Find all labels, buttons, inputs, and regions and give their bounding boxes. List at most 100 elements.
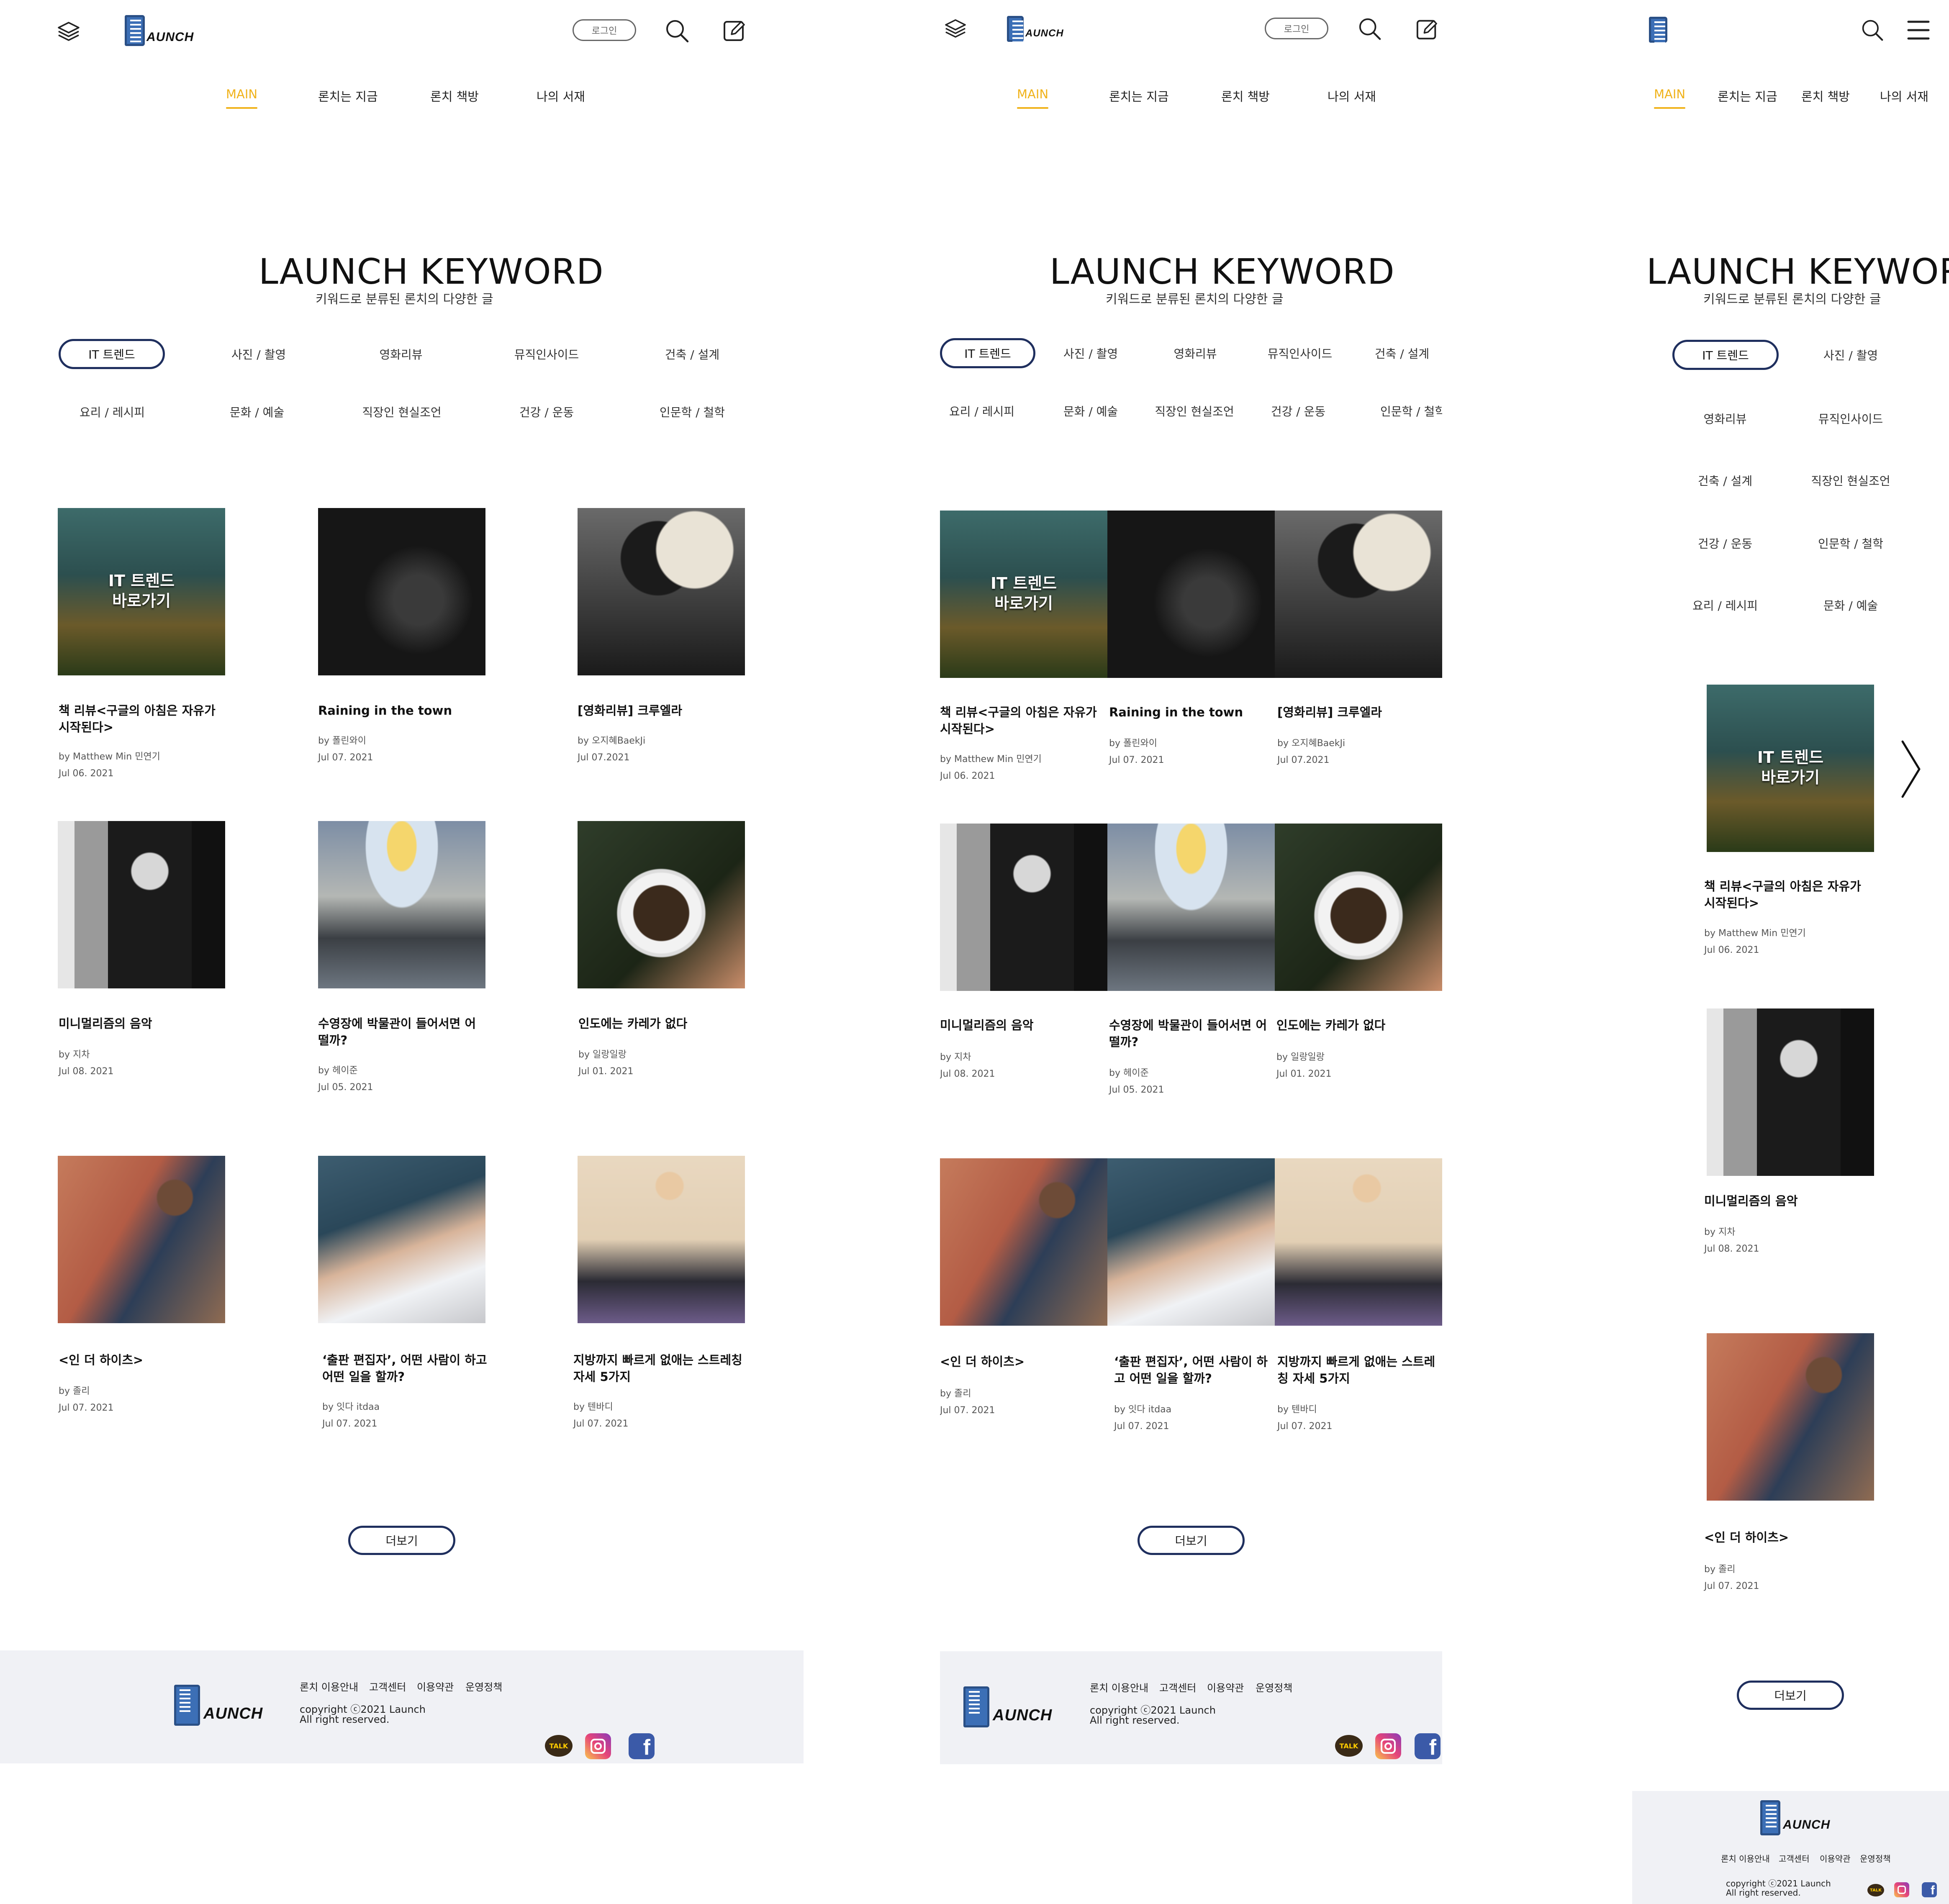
footer-link-support[interactable]: 고객센터 xyxy=(1779,1852,1810,1864)
card-title[interactable]: 책 리뷰<구글의 아침은 자유가 시작된다> xyxy=(59,702,226,736)
card-title[interactable]: <인 더 하이츠> xyxy=(940,1353,1116,1370)
category-it-trend[interactable]: IT 트렌드 xyxy=(940,338,1035,368)
chevron-right-icon[interactable] xyxy=(1900,740,1922,798)
category-health[interactable]: 건강 / 운동 xyxy=(1676,528,1774,558)
category-cooking[interactable]: 요리 / 레시피 xyxy=(1676,590,1774,620)
nav-my-library[interactable]: 나의 서재 xyxy=(1328,87,1376,105)
search-icon[interactable] xyxy=(665,18,690,44)
category-humanities[interactable]: 인문학 / 철학 xyxy=(643,397,742,427)
category-music[interactable]: 뮤직인사이드 xyxy=(1258,338,1342,368)
nav-launch-now[interactable]: 론치는 지금 xyxy=(318,87,378,105)
footer-link-terms[interactable]: 이용약관 xyxy=(1820,1852,1851,1864)
category-architecture[interactable]: 건축 / 설계 xyxy=(1676,465,1774,495)
card-image[interactable] xyxy=(318,821,485,988)
write-icon[interactable] xyxy=(722,18,747,43)
category-photo[interactable]: 사진 / 촬영 xyxy=(1053,338,1128,368)
category-work-advice[interactable]: 직장인 현실조언 xyxy=(1148,396,1240,426)
card-title[interactable]: [영화리뷰] 크루엘라 xyxy=(578,702,753,719)
hamburger-menu-icon[interactable] xyxy=(1907,19,1930,41)
card-title[interactable]: [영화리뷰] 크루엘라 xyxy=(1277,704,1442,721)
card-image[interactable] xyxy=(1707,1333,1874,1501)
write-icon[interactable] xyxy=(1415,18,1439,41)
footer-link-terms[interactable]: 이용약관 xyxy=(1207,1680,1244,1694)
instagram-icon[interactable] xyxy=(1894,1882,1909,1897)
category-it-trend[interactable]: IT 트렌드 xyxy=(59,339,165,369)
nav-bookstore[interactable]: 론치 책방 xyxy=(1801,87,1850,105)
card-image[interactable] xyxy=(578,508,745,675)
more-button[interactable]: 더보기 xyxy=(348,1526,455,1555)
instagram-icon[interactable] xyxy=(1375,1733,1401,1759)
layers-icon[interactable] xyxy=(944,18,967,40)
card-title[interactable]: Raining in the town xyxy=(318,702,494,719)
search-icon[interactable] xyxy=(1358,17,1382,41)
footer-link-policy[interactable]: 운영정책 xyxy=(1256,1680,1292,1694)
category-architecture[interactable]: 건축 / 설계 xyxy=(643,339,742,369)
layers-icon[interactable] xyxy=(57,20,80,44)
facebook-icon[interactable]: f xyxy=(1415,1733,1441,1759)
nav-launch-now[interactable]: 론치는 지금 xyxy=(1109,87,1169,105)
category-music[interactable]: 뮤직인사이드 xyxy=(1801,403,1900,434)
facebook-icon[interactable]: f xyxy=(1922,1882,1937,1897)
login-button[interactable]: 로그인 xyxy=(1265,18,1328,39)
card-image[interactable] xyxy=(1275,824,1442,991)
footer-link-support[interactable]: 고객센터 xyxy=(369,1679,406,1694)
card-image[interactable]: IT 트렌드 바로가기 xyxy=(940,511,1107,678)
footer-logo[interactable]: AUNCH xyxy=(1760,1800,1830,1835)
more-button[interactable]: 더보기 xyxy=(1737,1681,1844,1710)
card-title[interactable]: 지방까지 빠르게 없애는 스트레칭 자세 5가지 xyxy=(1277,1353,1442,1387)
facebook-icon[interactable]: f xyxy=(629,1733,655,1759)
category-work-advice[interactable]: 직장인 현실조언 xyxy=(352,397,452,427)
footer-link-support[interactable]: 고객센터 xyxy=(1159,1680,1196,1694)
launch-logo[interactable]: AUNCH xyxy=(125,15,196,49)
card-title[interactable]: 책 리뷰<구글의 아침은 자유가 시작된다> xyxy=(940,704,1107,737)
nav-my-library[interactable]: 나의 서재 xyxy=(1880,87,1928,105)
card-image[interactable] xyxy=(940,824,1107,991)
nav-bookstore[interactable]: 론치 책방 xyxy=(1221,87,1270,105)
footer-link-policy[interactable]: 운영정책 xyxy=(1860,1852,1891,1864)
card-image[interactable] xyxy=(1275,511,1442,678)
category-movie[interactable]: 영화리뷰 xyxy=(1158,338,1233,368)
card-image[interactable]: IT 트렌드 바로가기 xyxy=(1707,685,1874,852)
footer-link-guide[interactable]: 론치 이용안내 xyxy=(1721,1852,1770,1864)
category-cooking[interactable]: 요리 / 레시피 xyxy=(63,397,162,427)
card-title[interactable]: 책 리뷰<구글의 아침은 자유가 시작된다> xyxy=(1704,878,1872,911)
category-culture[interactable]: 문화 / 예술 xyxy=(1801,590,1900,620)
search-icon[interactable] xyxy=(1861,18,1884,42)
category-architecture[interactable]: 건축 / 설계 xyxy=(1364,338,1440,368)
card-title[interactable]: ‘출판 편집자’, 어떤 사람이 하고 어떤 일을 할까? xyxy=(322,1352,490,1385)
card-title[interactable]: 미니멀리즘의 음악 xyxy=(59,1015,234,1032)
category-culture[interactable]: 문화 / 예술 xyxy=(1053,396,1128,426)
category-work-advice[interactable]: 직장인 현실조언 xyxy=(1801,465,1900,495)
card-image[interactable] xyxy=(1107,1158,1275,1326)
card-title[interactable]: Raining in the town xyxy=(1109,704,1285,721)
instagram-icon[interactable] xyxy=(585,1733,611,1759)
category-culture[interactable]: 문화 / 예술 xyxy=(208,397,306,427)
category-photo[interactable]: 사진 / 촬영 xyxy=(1801,340,1900,370)
nav-main[interactable]: MAIN xyxy=(1654,87,1686,109)
category-humanities[interactable]: 인문학 / 철학 xyxy=(1375,396,1442,426)
kakaotalk-icon[interactable]: TALK xyxy=(545,1735,573,1757)
card-title[interactable]: ‘출판 편집자’, 어떤 사람이 하고 어떤 일을 할까? xyxy=(1114,1353,1277,1387)
card-title[interactable]: 인도에는 카레가 없다 xyxy=(1276,1017,1442,1034)
card-image[interactable]: IT 트렌드 바로가기 xyxy=(58,508,225,675)
card-title[interactable]: 인도에는 카레가 없다 xyxy=(578,1015,754,1032)
card-title[interactable]: <인 더 하이츠> xyxy=(1704,1529,1880,1546)
nav-main[interactable]: MAIN xyxy=(226,87,258,109)
card-title[interactable]: <인 더 하이츠> xyxy=(59,1352,234,1368)
card-title[interactable]: 지방까지 빠르게 없애는 스트레칭 자세 5가지 xyxy=(573,1352,749,1385)
card-image[interactable] xyxy=(1707,1008,1874,1176)
category-health[interactable]: 건강 / 운동 xyxy=(1261,396,1336,426)
card-image[interactable] xyxy=(318,508,485,675)
card-image[interactable] xyxy=(940,1158,1107,1326)
kakaotalk-icon[interactable]: TALK xyxy=(1867,1884,1884,1896)
launch-logo[interactable]: AUNCH xyxy=(1007,16,1066,49)
launch-logo[interactable] xyxy=(1649,17,1674,50)
card-title[interactable]: 수영장에 박물관이 들어서면 어떨까? xyxy=(1109,1017,1268,1050)
card-title[interactable]: 수영장에 박물관이 들어서면 어떨까? xyxy=(318,1015,477,1049)
category-photo[interactable]: 사진 / 촬영 xyxy=(209,339,308,369)
category-humanities[interactable]: 인문학 / 철학 xyxy=(1801,528,1900,558)
footer-link-terms[interactable]: 이용약관 xyxy=(417,1679,454,1694)
nav-main[interactable]: MAIN xyxy=(1017,87,1049,109)
category-health[interactable]: 건강 / 운동 xyxy=(497,397,596,427)
category-movie[interactable]: 영화리뷰 xyxy=(352,339,450,369)
